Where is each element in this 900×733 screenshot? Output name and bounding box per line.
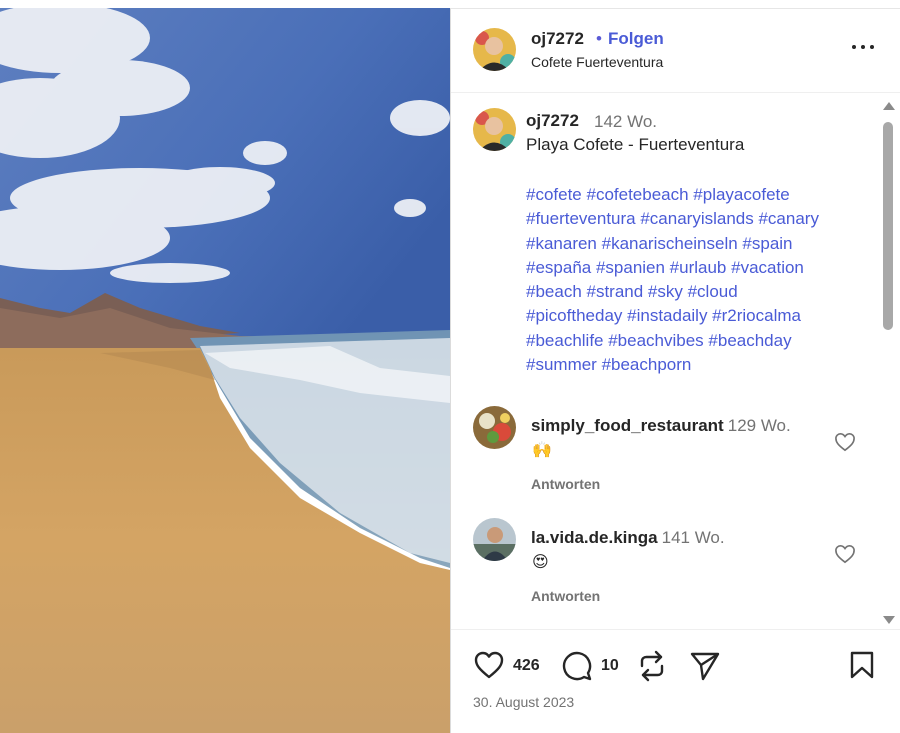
reply-button[interactable]: Antworten [531,588,600,604]
send-paper-plane-icon [690,652,720,681]
comment-count[interactable]: 10 [601,657,619,675]
hashtag-line[interactable]: #summer #beachporn [526,353,861,377]
hashtag-line[interactable]: #beach #strand #sky #cloud [526,280,861,304]
hashtag-line[interactable]: #fuerteventura #canaryislands #canary [526,207,861,231]
caption-hashtags: #cofete #cofetebeach #playacofete #fuert… [526,183,861,377]
repost-icon [640,650,664,682]
post-location[interactable]: Cofete Fuerteventura [531,54,663,70]
repost-button[interactable] [637,650,667,682]
like-comment-heart-icon[interactable] [834,544,856,564]
post-detail-panel: oj7272 • Folgen Cofete Fuerteventura oj7… [450,8,900,733]
comment-text: 🙌 [532,442,552,459]
like-comment-heart-icon[interactable] [834,432,856,452]
author-avatar[interactable] [473,28,516,71]
like-count[interactable]: 426 [513,657,540,675]
comment-timestamp[interactable]: 129 Wo. [728,416,791,435]
caption-timestamp[interactable]: 142 Wo. [594,112,657,132]
comments-scrollbar[interactable] [881,96,895,626]
commenter-avatar[interactable] [473,406,516,449]
hashtag-line[interactable]: #picoftheday #instadaily #r2riocalma [526,304,861,328]
comment-username[interactable]: simply_food_restaurant 129 Wo. [531,416,791,436]
post-header: oj7272 • Folgen Cofete Fuerteventura [451,9,900,93]
reply-button[interactable]: Antworten [531,476,600,492]
share-button[interactable] [689,650,721,682]
post-date[interactable]: 30. August 2023 [473,694,574,710]
comment-text: 😍 [532,554,549,571]
hashtag-line[interactable]: #cofete #cofetebeach #playacofete [526,183,861,207]
like-button[interactable] [473,650,505,682]
comments-scroll-area[interactable]: oj7272 142 Wo. Playa Cofete - Fuertevent… [451,94,900,629]
comment-timestamp[interactable]: 141 Wo. [662,528,725,547]
post-photo[interactable] [0,8,450,733]
bookmark-icon [850,651,874,679]
caption-author-avatar[interactable] [473,108,516,151]
hashtag-line[interactable]: #españa #spanien #urlaub #vacation [526,256,861,280]
scroll-up-arrow-icon[interactable] [883,102,895,110]
avatar-image [473,406,516,449]
scroll-down-arrow-icon[interactable] [883,616,895,624]
hashtag-line[interactable]: #kanaren #kanarischeinseln #spain [526,232,861,256]
author-username[interactable]: oj7272 [531,29,584,49]
beach-photo-image [0,8,450,733]
heart-icon [474,651,504,679]
post-actions-bar: 426 10 30. August 2023 [451,629,900,733]
hashtag-line[interactable]: #beachlife #beachvibes #beachday [526,329,861,353]
avatar-image [473,518,516,561]
avatar-image [473,108,516,151]
avatar-image [473,28,516,71]
separator-dot: • [596,29,602,48]
commenter-avatar[interactable] [473,518,516,561]
save-button[interactable] [849,650,875,682]
caption-text: Playa Cofete - Fuerteventura [526,135,745,154]
more-options-icon[interactable] [852,37,876,57]
comment-button[interactable] [561,650,593,682]
follow-button[interactable]: Folgen [608,29,664,49]
comment-username[interactable]: la.vida.de.kinga 141 Wo. [531,528,725,548]
comment-bubble-icon [562,651,592,681]
caption-username[interactable]: oj7272 [526,111,579,131]
scrollbar-thumb[interactable] [883,122,893,330]
